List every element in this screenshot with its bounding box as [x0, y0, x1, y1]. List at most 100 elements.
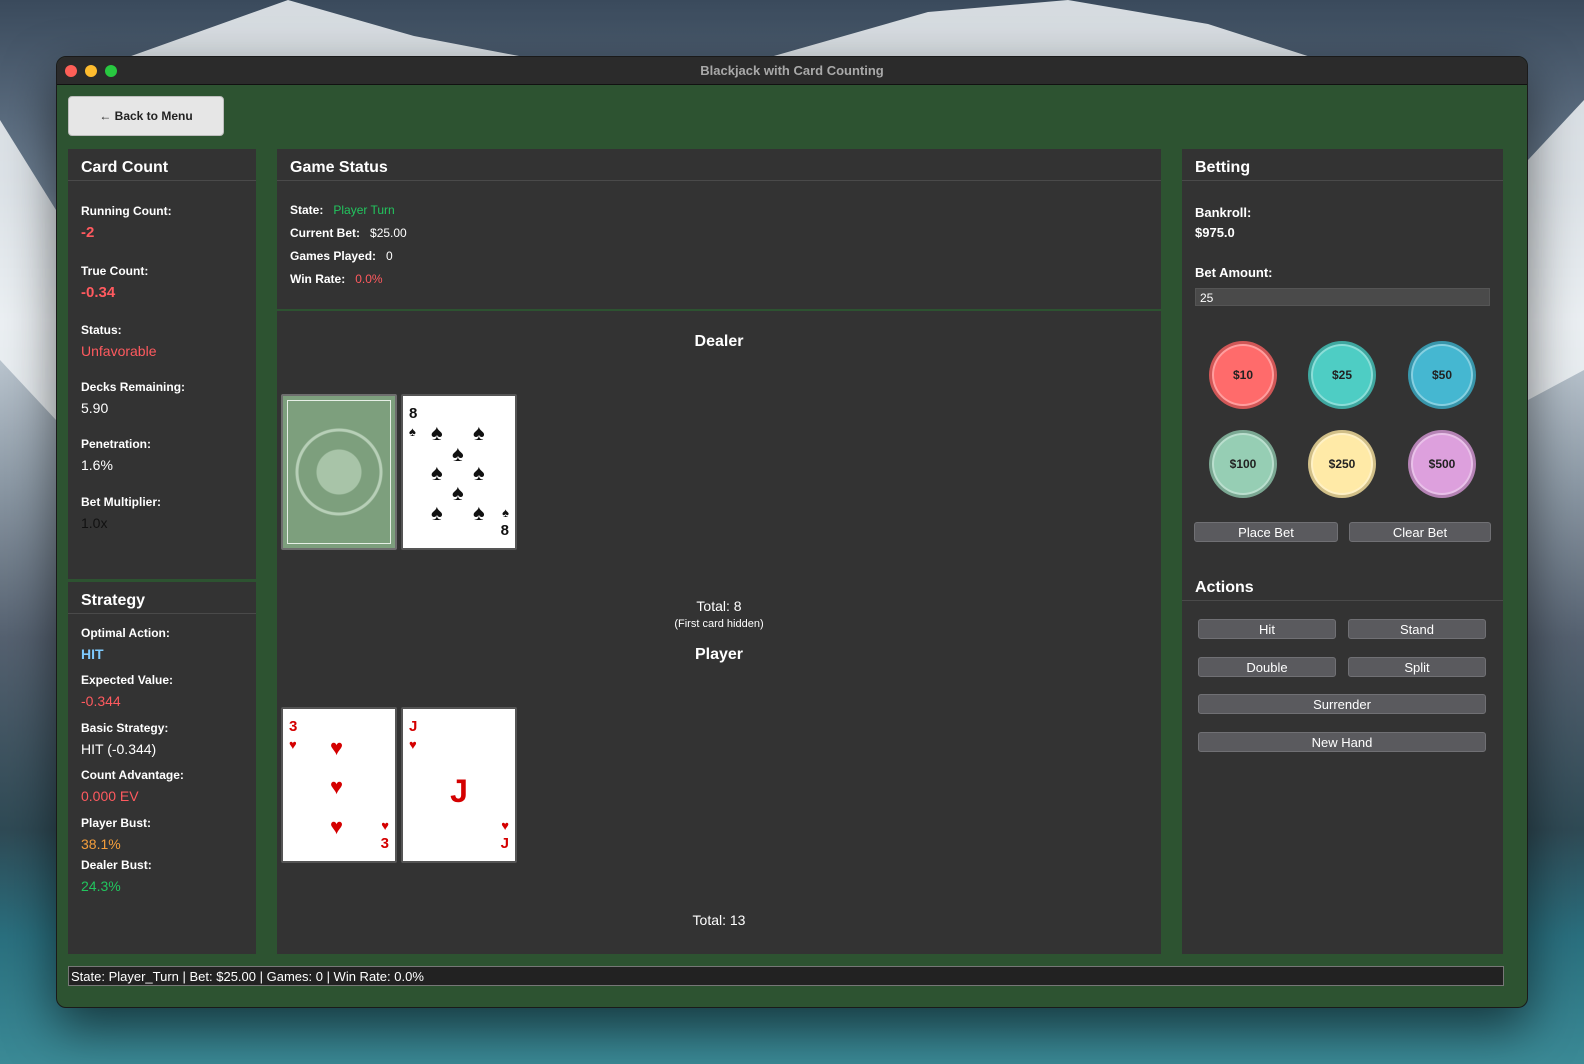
games-played-row: Games Played: 0 [290, 249, 407, 263]
dealer-total: Total: 8 [696, 598, 742, 614]
surrender-button[interactable]: Surrender [1198, 694, 1486, 714]
background-snow-1 [120, 0, 540, 60]
bankroll-label: Bankroll: [1195, 205, 1252, 220]
decks-remaining-label: Decks Remaining: [81, 380, 186, 394]
bet-amount-input[interactable]: 25 [1195, 288, 1490, 306]
spade-icon: ♠ [431, 460, 443, 485]
status-value: Unfavorable [81, 343, 157, 359]
player-total: Total: 13 [692, 912, 746, 928]
status-bar: State: Player_Turn | Bet: $25.00 | Games… [68, 966, 1504, 986]
background-snow-3 [0, 120, 56, 420]
card-rank-bottom: 3 [380, 835, 389, 852]
card-rank-top: 3 [289, 718, 298, 735]
chip-10-button[interactable]: $10 [1209, 341, 1277, 409]
close-window-button[interactable] [65, 65, 77, 77]
state-value: Player Turn [333, 203, 395, 217]
games-played-label: Games Played: [290, 249, 377, 263]
spade-icon: ♠ [431, 420, 443, 445]
current-bet-value: $25.00 [370, 226, 407, 240]
spade-icon: ♠ [431, 500, 443, 525]
expected-value-label: Expected Value: [81, 673, 174, 687]
betting-title: Betting [1182, 149, 1503, 181]
spade-icon: ♠ [409, 424, 416, 439]
dealer-bust-label: Dealer Bust: [81, 858, 152, 872]
app-window: Blackjack with Card Counting ← Back to M… [56, 56, 1528, 1008]
chip-100-button[interactable]: $100 [1209, 430, 1277, 498]
heart-icon: ♥ [330, 774, 344, 799]
current-bet-label: Current Bet: [290, 226, 361, 240]
game-status-title: Game Status [277, 149, 1161, 181]
true-count-label: True Count: [81, 264, 149, 278]
count-advantage-field: Count Advantage: 0.000 EV [81, 768, 184, 804]
penetration-label: Penetration: [81, 437, 152, 451]
player-label: Player [694, 646, 744, 663]
expected-value-field: Expected Value: -0.344 [81, 673, 173, 709]
basic-strategy-value: HIT (-0.344) [81, 741, 157, 757]
decks-remaining-value: 5.90 [81, 400, 109, 416]
maximize-window-button[interactable] [105, 65, 117, 77]
chip-25-button[interactable]: $25 [1308, 341, 1376, 409]
card-rank-top: J [409, 718, 418, 735]
expected-value-value: -0.344 [81, 693, 121, 709]
card-face-letter: J [450, 773, 468, 809]
optimal-action-value: HIT [81, 646, 104, 662]
bet-multiplier-field: Bet Multiplier: 1.0x [81, 495, 161, 531]
background-snow-2 [760, 0, 1320, 60]
title-bar: Blackjack with Card Counting [57, 57, 1527, 85]
spade-icon: ♠ [452, 480, 464, 505]
strategy-title: Strategy [68, 582, 256, 614]
hit-button[interactable]: Hit [1198, 619, 1336, 639]
chip-500-button[interactable]: $500 [1408, 430, 1476, 498]
player-card-3-hearts: 3 ♥ ♥ ♥ ♥ ♥ 3 [281, 707, 397, 863]
double-button[interactable]: Double [1198, 657, 1336, 677]
betting-panel: Betting Bankroll: $975.0 Bet Amount: 25 … [1182, 149, 1503, 569]
running-count-value: -2 [81, 224, 95, 241]
back-to-menu-button[interactable]: ← Back to Menu [68, 96, 224, 136]
strategy-panel: Strategy Optimal Action: HIT Expected Va… [68, 582, 256, 954]
card-rank-bottom: J [500, 835, 509, 852]
bet-amount-label: Bet Amount: [1195, 265, 1273, 280]
clear-bet-button[interactable]: Clear Bet [1349, 522, 1491, 542]
dealer-card-hidden [281, 394, 397, 550]
card-rank-bottom: 8 [500, 522, 509, 539]
running-count-field: Running Count: -2 [81, 204, 172, 241]
player-bust-value: 38.1% [81, 836, 121, 852]
stand-button[interactable]: Stand [1348, 619, 1486, 639]
count-advantage-label: Count Advantage: [81, 768, 184, 782]
minimize-window-button[interactable] [85, 65, 97, 77]
heart-icon: ♥ [381, 818, 389, 833]
place-bet-button[interactable]: Place Bet [1194, 522, 1338, 542]
new-hand-button[interactable]: New Hand [1198, 732, 1486, 752]
player-bust-label: Player Bust: [81, 816, 152, 830]
card-rank-top: 8 [409, 405, 418, 422]
background-snow-4 [1528, 100, 1584, 400]
state-row: State: Player Turn [290, 203, 407, 217]
bankroll-value: $975.0 [1195, 225, 1235, 240]
optimal-action-label: Optimal Action: [81, 626, 170, 640]
chip-250-button[interactable]: $250 [1308, 430, 1376, 498]
chip-50-button[interactable]: $50 [1408, 341, 1476, 409]
split-button[interactable]: Split [1348, 657, 1486, 677]
heart-icon: ♥ [409, 737, 417, 752]
optimal-action-field: Optimal Action: HIT [81, 626, 170, 662]
bet-multiplier-label: Bet Multiplier: [81, 495, 161, 509]
win-rate-value: 0.0% [355, 272, 383, 286]
heart-icon: ♥ [330, 814, 344, 839]
games-played-value: 0 [386, 249, 393, 263]
heart-icon: ♥ [330, 735, 344, 760]
game-status-rows: State: Player Turn Current Bet: $25.00 Gam… [290, 203, 407, 295]
heart-icon: ♥ [289, 737, 297, 752]
win-rate-row: Win Rate: 0.0% [290, 272, 407, 286]
count-advantage-value: 0.000 EV [81, 788, 139, 804]
decks-remaining-field: Decks Remaining: 5.90 [81, 380, 185, 416]
state-label: State: [290, 203, 324, 217]
basic-strategy-field: Basic Strategy: HIT (-0.344) [81, 721, 168, 757]
dealer-bust-field: Dealer Bust: 24.3% [81, 858, 152, 894]
window-controls [65, 65, 117, 77]
dealer-bust-value: 24.3% [81, 878, 121, 894]
spade-icon: ♠ [452, 441, 464, 466]
penetration-field: Penetration: 1.6% [81, 437, 151, 473]
penetration-value: 1.6% [81, 457, 113, 473]
spade-icon: ♠ [473, 420, 485, 445]
running-count-label: Running Count: [81, 204, 172, 218]
